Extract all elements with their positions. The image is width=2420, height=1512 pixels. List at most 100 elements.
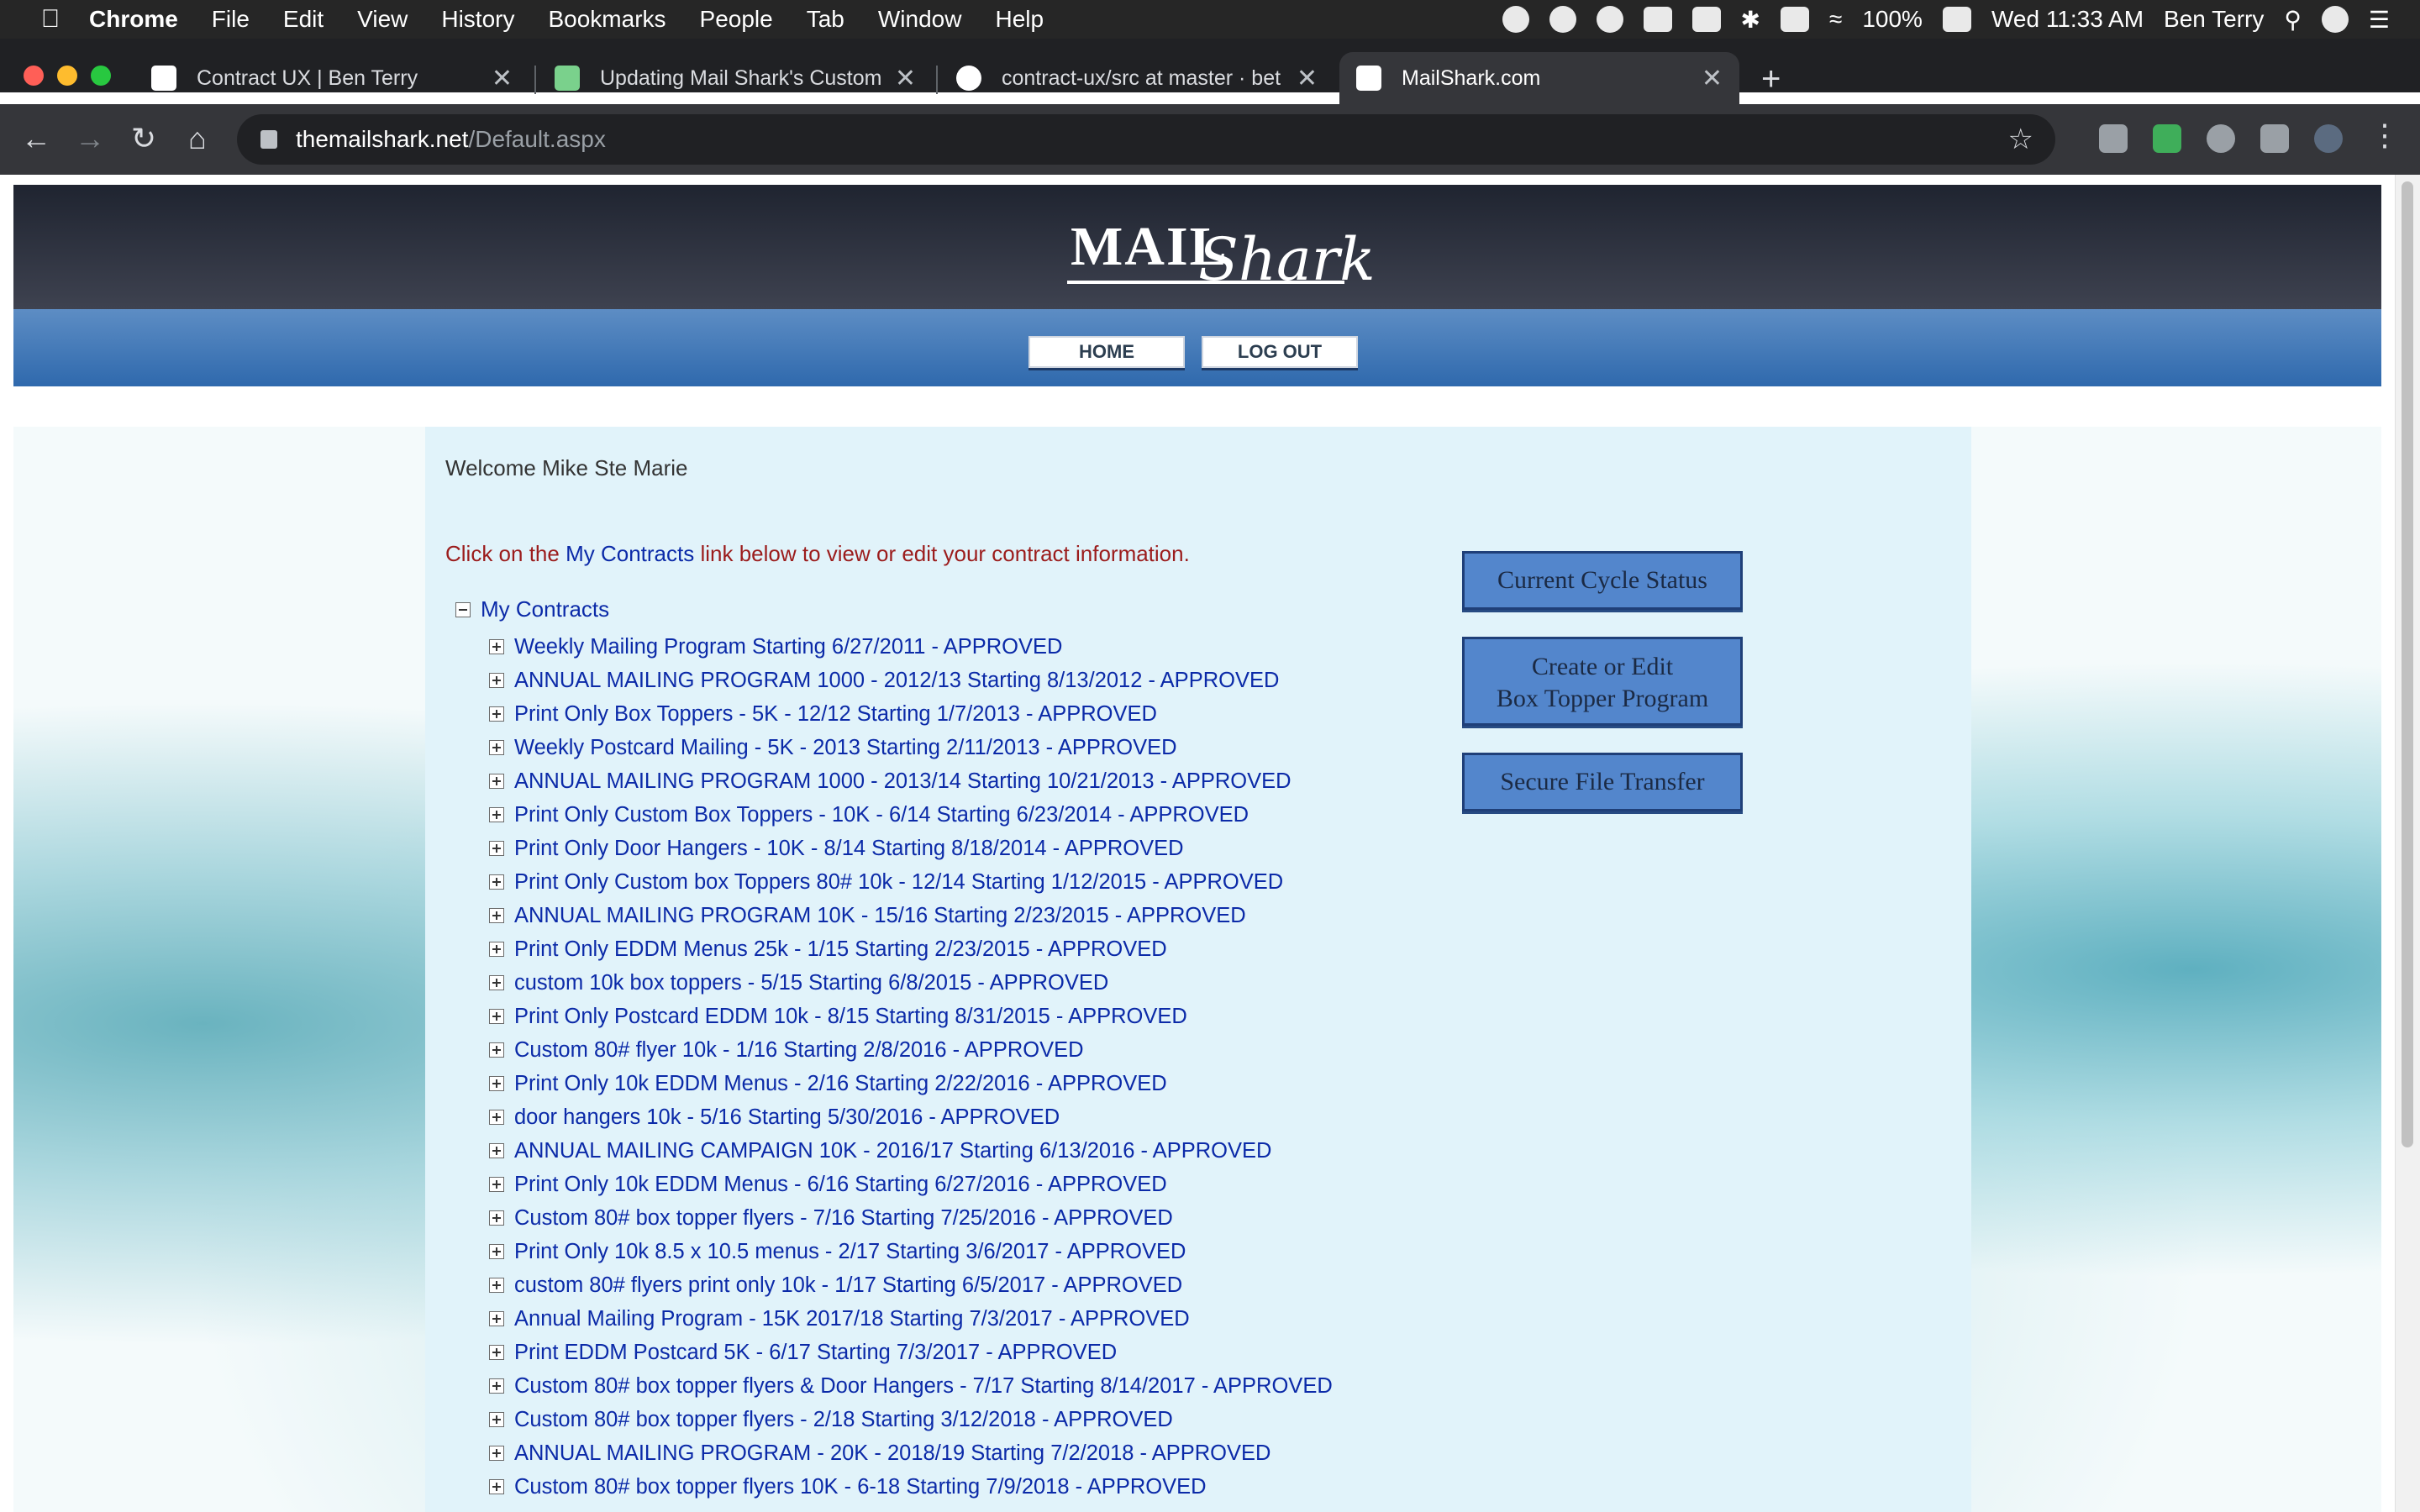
contract-link[interactable]: Print Only 10k EDDM Menus - 2/16 Startin… <box>514 1072 1167 1096</box>
user-name[interactable]: Ben Terry <box>2164 6 2264 33</box>
contract-link[interactable]: custom 80# flyers print only 10k - 1/17 … <box>514 1273 1182 1298</box>
menu-view[interactable]: View <box>357 6 408 33</box>
keyboard-icon[interactable] <box>1780 7 1809 32</box>
expand-plus-icon[interactable] <box>489 673 504 688</box>
contract-link[interactable]: Print Only 10k EDDM Menus - 6/16 Startin… <box>514 1173 1167 1197</box>
creative-cloud-icon[interactable] <box>1549 6 1576 33</box>
menu-tab[interactable]: Tab <box>807 6 844 33</box>
siri-icon[interactable] <box>2321 6 2349 33</box>
new-tab-plus-icon[interactable]: + <box>1761 60 1781 98</box>
shield-extension-icon[interactable] <box>2153 124 2181 153</box>
contract-link[interactable]: Print Only 10k 8.5 x 10.5 menus - 2/17 S… <box>514 1240 1186 1264</box>
page-scrollbar[interactable] <box>2395 175 2420 1512</box>
collapse-minus-icon[interactable] <box>455 601 471 617</box>
lock-icon[interactable] <box>260 130 277 149</box>
contract-link[interactable]: Custom 80# flyer 10k - 1/16 Starting 2/8… <box>514 1038 1084 1063</box>
back-arrow-icon[interactable]: ← <box>15 118 57 160</box>
expand-plus-icon[interactable] <box>489 874 504 890</box>
tree-root-label[interactable]: My Contracts <box>481 596 609 622</box>
contract-item[interactable]: Custom 80# box topper flyers & Door Hang… <box>489 1369 1333 1403</box>
contract-item[interactable]: Print EDDM Postcard 5K - 6/17 Starting 7… <box>489 1336 1333 1369</box>
menu-help[interactable]: Help <box>995 6 1044 33</box>
expand-plus-icon[interactable] <box>489 1076 504 1091</box>
menu-app-name[interactable]: Chrome <box>89 6 178 33</box>
contract-link[interactable]: ANNUAL MAILING PROGRAM 1000 - 2012/13 St… <box>514 669 1279 693</box>
mailshark-logo[interactable]: MAIL Shark <box>1055 203 1376 296</box>
contract-item[interactable]: Print Only 10k EDDM Menus - 2/16 Startin… <box>489 1067 1333 1100</box>
expand-plus-icon[interactable] <box>489 1311 504 1326</box>
react-devtools-icon[interactable] <box>2207 124 2235 153</box>
contract-link[interactable]: Custom 80# box topper flyers & Door Hang… <box>514 1374 1333 1399</box>
contract-item[interactable]: Print Only Postcard EDDM 10k - 8/15 Star… <box>489 1000 1333 1033</box>
home-icon[interactable]: ⌂ <box>176 118 218 160</box>
zoom-window-icon[interactable] <box>91 66 111 86</box>
expand-plus-icon[interactable] <box>489 1110 504 1125</box>
expand-plus-icon[interactable] <box>489 1210 504 1226</box>
expand-plus-icon[interactable] <box>489 1244 504 1259</box>
contract-item[interactable]: ANNUAL MAILING PROGRAM - 20K - 2018/19 S… <box>489 1436 1333 1470</box>
airplay-icon[interactable] <box>1691 7 1721 32</box>
expand-plus-icon[interactable] <box>489 1412 504 1427</box>
contract-item[interactable]: ANNUAL MAILING CAMPAIGN 10K - 2016/17 St… <box>489 1134 1333 1168</box>
contract-link[interactable]: Custom 80# box topper flyers - 2/18 Star… <box>514 1408 1173 1432</box>
expand-plus-icon[interactable] <box>489 1177 504 1192</box>
bluetooth-icon[interactable]: ✱ <box>1741 6 1760 34</box>
tab-github-contract-ux[interactable]: contract-ux/src at master · bet ✕ <box>939 52 1334 104</box>
profile-avatar[interactable] <box>2314 124 2343 153</box>
contract-link[interactable]: Print Only Box Toppers - 5K - 12/12 Star… <box>514 702 1157 727</box>
forward-arrow-icon[interactable]: → <box>69 118 111 160</box>
contract-link[interactable]: custom 10k box toppers - 5/15 Starting 6… <box>514 971 1108 995</box>
minimize-window-icon[interactable] <box>57 66 77 86</box>
menu-bookmarks[interactable]: Bookmarks <box>548 6 666 33</box>
contract-link[interactable]: Print Only EDDM Menus 25k - 1/15 Startin… <box>514 937 1167 962</box>
contract-link[interactable]: Print Only Door Hangers - 10K - 8/14 Sta… <box>514 837 1184 861</box>
expand-plus-icon[interactable] <box>489 1042 504 1058</box>
my-contracts-inline-link[interactable]: My Contracts <box>566 541 694 566</box>
expand-plus-icon[interactable] <box>489 942 504 957</box>
contract-link[interactable]: ANNUAL MAILING PROGRAM 1000 - 2013/14 St… <box>514 769 1292 794</box>
my-contracts-tree-root[interactable]: My Contracts <box>455 596 609 622</box>
contract-item[interactable]: Print Only Box Toppers - 5K - 12/12 Star… <box>489 697 1333 731</box>
contract-item[interactable]: ANNUAL MAILING PROGRAM 1000 - 2012/13 St… <box>489 664 1333 697</box>
expand-plus-icon[interactable] <box>489 908 504 923</box>
current-cycle-status-button[interactable]: Current Cycle Status <box>1462 551 1743 610</box>
menu-window[interactable]: Window <box>878 6 962 33</box>
address-bar[interactable]: themailshark.net/Default.aspx ☆ <box>237 114 2055 165</box>
contract-item[interactable]: ANNUAL MAILING PROGRAM 10K - 15/16 Start… <box>489 899 1333 932</box>
contract-item[interactable]: ANNUAL MAILING PROGRAM 1000 - 2013/14 St… <box>489 764 1333 798</box>
logout-nav-button[interactable]: LOG OUT <box>1202 336 1358 368</box>
sync-icon[interactable] <box>1596 6 1623 33</box>
contract-link[interactable]: ANNUAL MAILING PROGRAM 10K - 15/16 Start… <box>514 904 1246 928</box>
tab-updating-mail-shark[interactable]: Updating Mail Shark's Custome ✕ <box>538 52 933 104</box>
wifi-icon[interactable]: ≈ <box>1829 6 1842 33</box>
contract-item[interactable]: Custom 80# box topper flyers - 2/18 Star… <box>489 1403 1333 1436</box>
menu-history[interactable]: History <box>441 6 514 33</box>
contract-item[interactable]: Print Only 10k EDDM Menus - 6/16 Startin… <box>489 1168 1333 1201</box>
expand-plus-icon[interactable] <box>489 1143 504 1158</box>
expand-plus-icon[interactable] <box>489 1479 504 1494</box>
contract-item[interactable]: custom 10k box toppers - 5/15 Starting 6… <box>489 966 1333 1000</box>
camera-extension-icon[interactable] <box>2099 124 2128 153</box>
contract-item[interactable]: Print Only 10k 8.5 x 10.5 menus - 2/17 S… <box>489 1235 1333 1268</box>
close-tab-icon[interactable]: ✕ <box>895 64 916 93</box>
expand-plus-icon[interactable] <box>489 1345 504 1360</box>
contract-link[interactable]: ANNUAL MAILING PROGRAM - 20K - 2018/19 S… <box>514 1441 1270 1466</box>
chrome-menu-icon[interactable]: ⋮ <box>2370 118 2400 153</box>
checkmark-icon[interactable] <box>1502 6 1529 33</box>
contract-item[interactable]: Print Only Door Hangers - 10K - 8/14 Sta… <box>489 832 1333 865</box>
contract-item[interactable]: custom 80# flyers print only 10k - 1/17 … <box>489 1268 1333 1302</box>
box-topper-program-button[interactable]: Create or Edit Box Topper Program <box>1462 637 1743 726</box>
contract-link[interactable]: Custom 80# box topper flyers 10K - 6-18 … <box>514 1475 1207 1499</box>
contract-link[interactable]: Print Only Custom box Toppers 80# 10k - … <box>514 870 1283 895</box>
contract-link[interactable]: Weekly Mailing Program Starting 6/27/201… <box>514 635 1062 659</box>
expand-plus-icon[interactable] <box>489 740 504 755</box>
contract-link[interactable]: ANNUAL MAILING CAMPAIGN 10K - 2016/17 St… <box>514 1139 1271 1163</box>
notification-center-icon[interactable]: ☰ <box>2369 6 2390 34</box>
contract-item[interactable]: Custom 80# box topper flyers - 7/16 Star… <box>489 1201 1333 1235</box>
contract-item[interactable]: Print Only Custom Box Toppers - 10K - 6/… <box>489 798 1333 832</box>
battery-icon[interactable] <box>1942 7 1971 32</box>
reload-icon[interactable]: ↻ <box>123 118 165 160</box>
expand-plus-icon[interactable] <box>489 841 504 856</box>
close-tab-icon[interactable]: ✕ <box>1297 64 1318 93</box>
menu-file[interactable]: File <box>212 6 250 33</box>
